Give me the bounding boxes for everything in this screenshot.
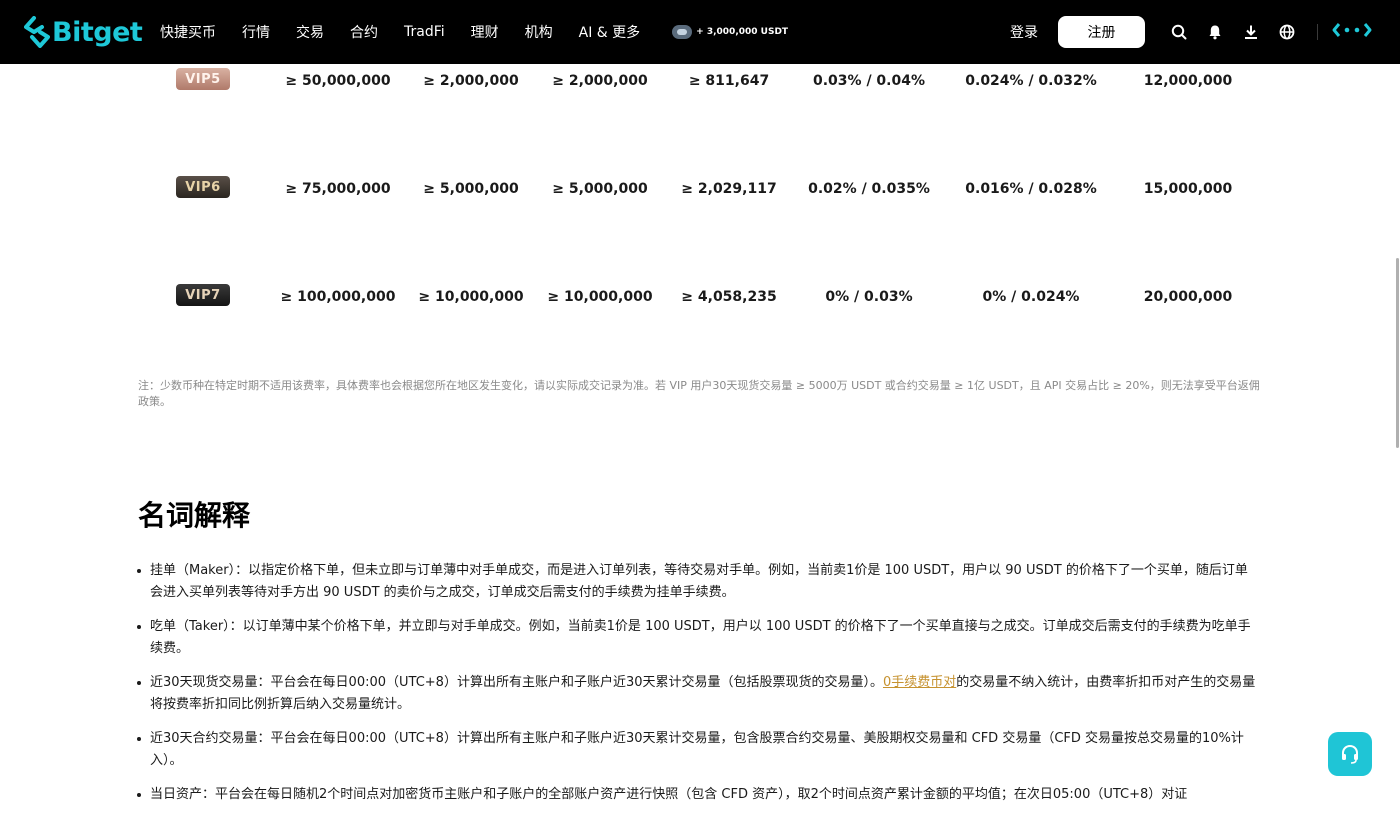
bell-icon[interactable] [1205,22,1225,42]
nav-item-futures[interactable]: 合约 [350,22,378,42]
nav-item-institutional[interactable]: 机构 [525,22,553,42]
spot-volume-cell: ≥ 50,000,000 [285,73,391,89]
assets-cell: ≥ 2,000,000 [552,73,648,89]
futures-fee-cell: 0% / 0.024% [982,289,1080,305]
bitget-logo[interactable]: Bitget [24,14,143,50]
term-taker: 吃单（Taker）：以订单薄中某个价格下单，并立即与对手单成交。例如，当前卖1价… [137,616,1258,660]
customer-support-button[interactable] [1328,732,1372,776]
brand-name: Bitget [52,16,143,48]
nav-item-tradfi[interactable]: TradFi [404,24,445,40]
term-spot-volume-text: 近30天现货交易量：平台会在每日00:00（UTC+8）计算出所有主账户和子账户… [150,675,883,690]
vip-row-6: VIP6 ≥ 75,000,000 ≥ 5,000,000 ≥ 5,000,00… [0,170,1400,210]
futures-fee-cell: 0.024% / 0.032% [965,73,1097,89]
bgb-holdings-cell: ≥ 4,058,235 [681,289,777,305]
nav-item-quick-buy[interactable]: 快捷买币 [160,22,216,42]
withdrawal-limit-cell: 12,000,000 [1143,73,1233,89]
terms-list: 挂单（Maker）：以指定价格下单，但未立即与订单薄中对手单成交，而是进入订单列… [137,560,1258,818]
top-navbar: Bitget 快捷买币 行情 交易 合约 TradFi 理财 机构 AI & 更… [0,0,1400,64]
term-spot-volume: 近30天现货交易量：平台会在每日00:00（UTC+8）计算出所有主账户和子账户… [137,672,1258,716]
promo-banner[interactable]: + 3,000,000 USDT [672,25,788,39]
search-icon[interactable] [1169,22,1189,42]
spot-volume-cell: ≥ 75,000,000 [285,181,391,197]
vip-row-5: VIP5 ≥ 50,000,000 ≥ 2,000,000 ≥ 2,000,00… [0,62,1400,102]
vip-level-badge: VIP7 [176,284,230,306]
spot-fee-cell: 0.03% / 0.04% [813,73,925,89]
withdrawal-limit-cell: 20,000,000 [1143,289,1233,305]
assets-cell: ≥ 5,000,000 [552,181,648,197]
assets-cell: ≥ 10,000,000 [547,289,653,305]
nav-separator [1317,24,1318,40]
promo-badge-icon [672,25,693,39]
nav-item-ai-more[interactable]: AI & 更多 [579,22,641,42]
term-daily-assets: 当日资产：平台会在每日随机2个时间点对加密货币主账户和子账户的全部账户资产进行快… [137,784,1258,806]
zero-fee-pairs-link[interactable]: 0手续费币对 [883,675,956,690]
download-icon[interactable] [1241,22,1261,42]
brand-glyph-icon[interactable] [1332,21,1372,43]
term-maker: 挂单（Maker）：以指定价格下单，但未立即与订单薄中对手单成交，而是进入订单列… [137,560,1258,604]
vip-level-badge: VIP6 [176,176,230,198]
spot-fee-cell: 0% / 0.03% [825,289,913,305]
fee-note: 注：少数币种在特定时期不适用该费率，具体费率也会根据您所在地区发生变化，请以实际… [138,379,1260,408]
globe-icon[interactable] [1277,22,1297,42]
withdrawal-limit-cell: 15,000,000 [1143,181,1233,197]
nav-actions: 登录 注册 [1010,0,1400,64]
spot-volume-cell: ≥ 100,000,000 [280,289,396,305]
nav-item-markets[interactable]: 行情 [242,22,270,42]
term-futures-volume: 近30天合约交易量：平台会在每日00:00（UTC+8）计算出所有主账户和子账户… [137,728,1258,772]
headset-icon [1342,744,1358,764]
nav-item-trade[interactable]: 交易 [296,22,324,42]
vip-row-7: VIP7 ≥ 100,000,000 ≥ 10,000,000 ≥ 10,000… [0,278,1400,318]
register-button[interactable]: 注册 [1058,16,1145,48]
nav-item-earn[interactable]: 理财 [471,22,499,42]
bgb-holdings-cell: ≥ 2,029,117 [681,181,777,197]
vip-level-badge: VIP5 [176,68,230,90]
futures-fee-cell: 0.016% / 0.028% [965,181,1097,197]
terms-title: 名词解释 [138,499,251,532]
login-button[interactable]: 登录 [1010,22,1038,42]
main-nav: 快捷买币 行情 交易 合约 TradFi 理财 机构 AI & 更多 + 3,0… [160,0,788,64]
page-scrollbar[interactable] [1396,258,1399,448]
promo-text: + 3,000,000 USDT [696,27,789,37]
futures-volume-cell: ≥ 2,000,000 [423,73,519,89]
bgb-holdings-cell: ≥ 811,647 [688,73,770,89]
futures-volume-cell: ≥ 5,000,000 [423,181,519,197]
spot-fee-cell: 0.02% / 0.035% [808,181,930,197]
bitget-logo-icon [24,16,50,48]
futures-volume-cell: ≥ 10,000,000 [418,289,524,305]
